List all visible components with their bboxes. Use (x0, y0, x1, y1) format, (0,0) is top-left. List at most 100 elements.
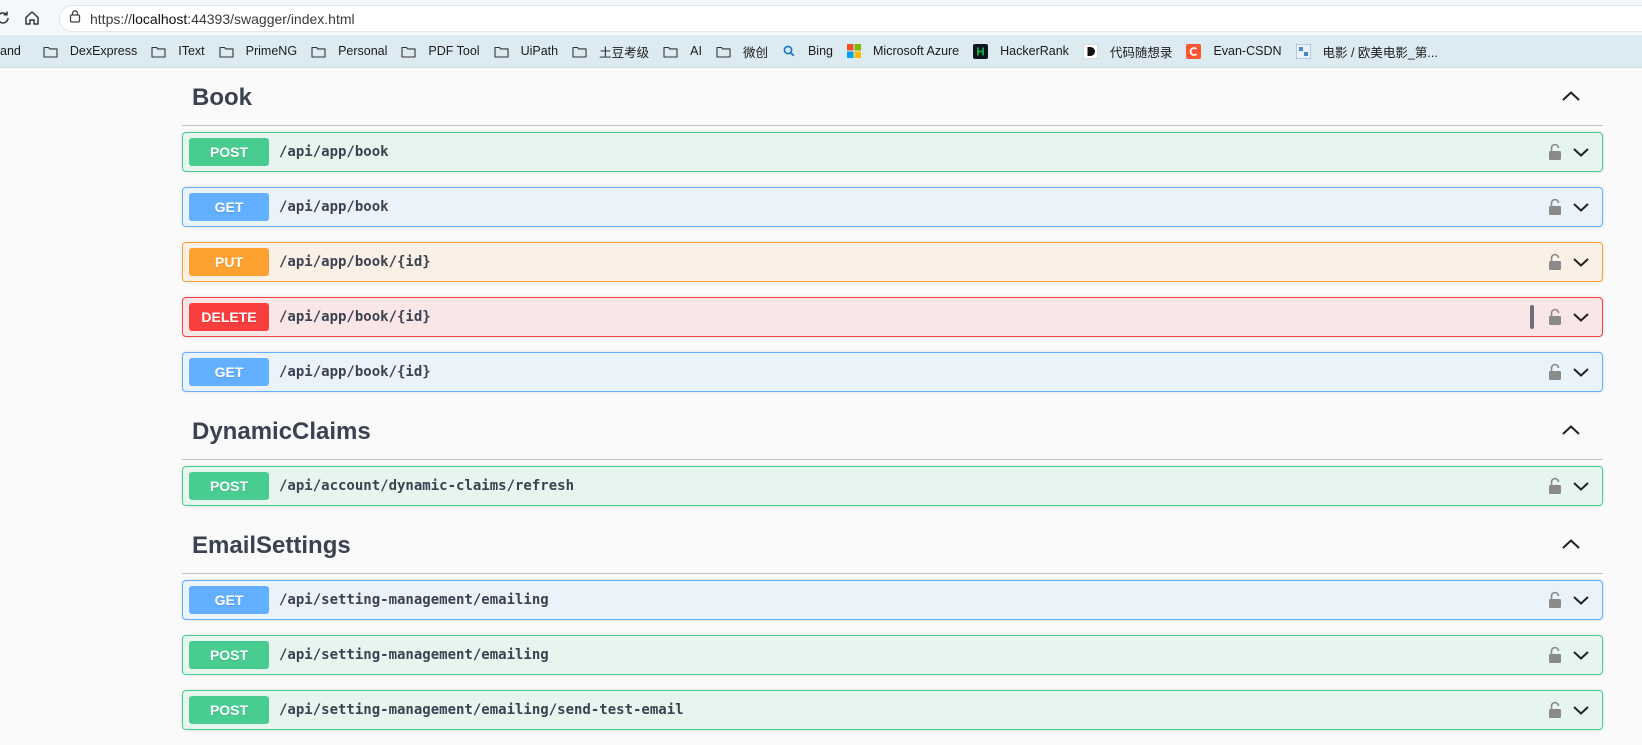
bookmark-label: 土豆考级 (599, 45, 650, 60)
operation-controls (1548, 636, 1590, 674)
tag-section-header[interactable]: EmailSettings (182, 518, 1603, 574)
chevron-up-icon[interactable] (1561, 537, 1581, 555)
microsoft-logo-icon (847, 44, 867, 58)
chevron-down-icon[interactable] (1572, 649, 1590, 661)
tag-title: EmailSettings (192, 531, 351, 559)
url-path: :44393/swagger/index.html (187, 10, 355, 27)
operation-controls (1548, 467, 1590, 505)
endpoint-path: /api/setting-management/emailing/send-te… (279, 702, 684, 718)
movie-site-icon (1295, 43, 1317, 59)
operation-controls (1548, 353, 1590, 391)
home-icon[interactable] (19, 5, 45, 31)
bookmark-1[interactable]: DexExpress (43, 44, 137, 58)
lock-icon[interactable] (1548, 701, 1562, 719)
lock-icon[interactable] (1548, 363, 1562, 381)
folder-icon (401, 45, 422, 58)
bookmark-2[interactable]: IText (151, 44, 205, 58)
lock-icon[interactable] (1548, 477, 1562, 495)
dmsxl-logo-icon (1082, 43, 1104, 59)
chevron-down-icon[interactable] (1572, 146, 1590, 158)
bookmark-label: DexExpress (69, 44, 138, 58)
endpoint-path: /api/setting-management/emailing (279, 647, 549, 663)
url-scheme: https:// (90, 10, 133, 27)
browser-toolbar: https://localhost:44393/swagger/index.ht… (0, 0, 1642, 35)
chevron-down-icon[interactable] (1572, 480, 1590, 492)
operation-post[interactable]: POST/api/setting-management/emailing/sen… (182, 690, 1603, 730)
chevron-down-icon[interactable] (1572, 311, 1590, 323)
folder-icon (311, 45, 332, 58)
bookmark-label: HackerRank (1000, 44, 1069, 58)
bookmark-4[interactable]: Personal (311, 44, 387, 58)
bookmark-7[interactable]: 土豆考级 (572, 42, 649, 61)
address-bar[interactable]: https://localhost:44393/swagger/index.ht… (59, 5, 1642, 32)
operation-get[interactable]: GET/api/app/book/{id} (182, 352, 1603, 392)
endpoint-path: /api/app/book (279, 199, 389, 215)
operation-post[interactable]: POST/api/setting-management/emailing (182, 635, 1603, 675)
folder-icon (151, 45, 172, 58)
operation-post[interactable]: POST/api/account/dynamic-claims/refresh (182, 466, 1603, 506)
endpoint-path: /api/account/dynamic-claims/refresh (279, 478, 575, 494)
chevron-down-icon[interactable] (1572, 366, 1590, 378)
method-badge: GET (189, 358, 269, 386)
operation-controls (1548, 243, 1590, 281)
bookmark-label: IText (178, 44, 205, 58)
endpoint-path: /api/app/book/{id} (279, 309, 431, 325)
chevron-up-icon[interactable] (1561, 89, 1581, 107)
bookmark-11[interactable]: Microsoft Azure (847, 44, 959, 58)
lock-icon[interactable] (1548, 143, 1562, 161)
tag-section-header[interactable]: DynamicClaims (182, 404, 1603, 460)
operation-delete[interactable]: DELETE/api/app/book/{id} (182, 297, 1603, 337)
folder-icon (716, 45, 737, 58)
bing-search-icon (782, 44, 802, 58)
bookmark-6[interactable]: UiPath (494, 44, 558, 58)
cursor-marker (1530, 305, 1534, 329)
bookmark-9[interactable]: 微创 (716, 42, 768, 61)
bookmark-14[interactable]: Evan-CSDN (1186, 43, 1282, 59)
method-badge: POST (189, 696, 269, 724)
bookmark-label: Microsoft Azure (873, 44, 960, 58)
operation-controls (1548, 188, 1590, 226)
bookmark-12[interactable]: HackerRank (973, 43, 1069, 59)
bookmark-8[interactable]: AI (663, 44, 702, 58)
method-badge: POST (189, 472, 269, 500)
chevron-up-icon[interactable] (1561, 423, 1581, 441)
operation-post[interactable]: POST/api/app/book (182, 132, 1603, 172)
lock-icon[interactable] (68, 9, 82, 28)
folder-icon (572, 45, 593, 58)
lock-icon[interactable] (1548, 308, 1562, 326)
folder-icon (43, 45, 64, 58)
tag-section-header[interactable]: Book (182, 70, 1603, 126)
lock-icon[interactable] (1548, 253, 1562, 271)
folder-icon (494, 45, 515, 58)
url-host: localhost (132, 10, 188, 27)
bookmark-10[interactable]: Bing (782, 44, 833, 58)
bookmark-label: Bing (807, 44, 833, 58)
tag-title: DynamicClaims (192, 417, 371, 445)
endpoint-path: /api/app/book/{id} (279, 364, 431, 380)
chevron-down-icon[interactable] (1572, 256, 1590, 268)
bookmark-label: Evan-CSDN (1213, 44, 1282, 58)
method-badge: PUT (189, 248, 269, 276)
chevron-down-icon[interactable] (1572, 704, 1590, 716)
endpoint-path: /api/app/book/{id} (279, 254, 431, 270)
bookmark-label: Personal (338, 44, 388, 58)
folder-icon (219, 45, 240, 58)
bookmark-3[interactable]: PrimeNG (219, 44, 297, 58)
lock-icon[interactable] (1548, 646, 1562, 664)
chevron-down-icon[interactable] (1572, 201, 1590, 213)
lock-icon[interactable] (1548, 198, 1562, 216)
bookmark-label: 电影 / 欧美电影_第... (1322, 45, 1438, 60)
lock-icon[interactable] (1548, 591, 1562, 609)
bookmark-5[interactable]: PDF Tool (401, 44, 480, 58)
endpoint-path: /api/setting-management/emailing (279, 592, 549, 608)
bookmark-15[interactable]: 电影 / 欧美电影_第... (1295, 42, 1438, 61)
bookmark-13[interactable]: 代码随想录 (1082, 42, 1172, 61)
operation-get[interactable]: GET/api/app/book (182, 187, 1603, 227)
url-text[interactable]: https://localhost:44393/swagger/index.ht… (90, 11, 355, 27)
chevron-down-icon[interactable] (1572, 594, 1590, 606)
method-badge: POST (189, 138, 269, 166)
bookmark-0[interactable]: and (0, 44, 21, 58)
reload-icon[interactable] (0, 5, 16, 31)
operation-put[interactable]: PUT/api/app/book/{id} (182, 242, 1603, 282)
operation-get[interactable]: GET/api/setting-management/emailing (182, 580, 1603, 620)
